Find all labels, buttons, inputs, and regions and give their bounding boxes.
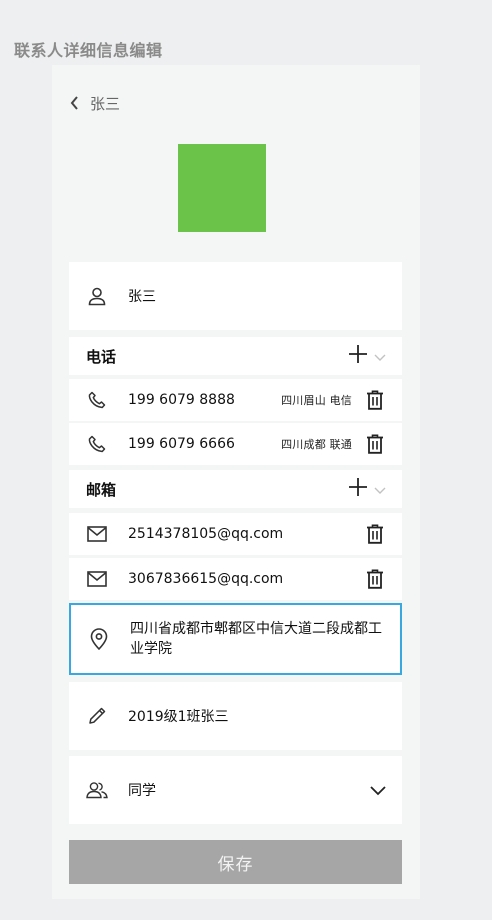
phone-location: 四川成都 联通	[281, 438, 352, 451]
chevron-left-icon	[70, 96, 78, 110]
page-title: 联系人详细信息编辑	[14, 41, 163, 60]
group-value: 同学	[128, 783, 156, 799]
add-phone-button[interactable]	[348, 344, 368, 368]
trash-icon	[367, 569, 383, 589]
trash-icon	[367, 390, 383, 410]
pencil-icon	[86, 705, 108, 727]
delete-phone-button[interactable]	[364, 433, 386, 455]
delete-phone-button[interactable]	[364, 389, 386, 411]
name-field-value: 张三	[128, 289, 156, 305]
expand-phone-button[interactable]	[374, 347, 386, 366]
phone-row[interactable]: 199 6079 8888 四川眉山 电信	[69, 379, 402, 421]
email-address: 2514378105@qq.com	[128, 526, 284, 542]
phone-icon	[86, 433, 108, 455]
mail-icon	[86, 523, 108, 545]
nav-bar: 张三	[66, 93, 120, 113]
phone-location: 四川眉山 电信	[281, 394, 352, 407]
address-field[interactable]: 四川省成都市郫都区中信大道二段成都工业学院	[69, 603, 402, 675]
header-contact-name: 张三	[90, 94, 121, 113]
note-field[interactable]: 2019级1班张三	[69, 682, 402, 750]
note-value: 2019级1班张三	[128, 709, 229, 725]
phone-number: 199 6079 6666	[128, 436, 235, 452]
chevron-down-icon	[374, 354, 386, 361]
address-value: 四川省成都市郫都区中信大道二段成都工业学院	[130, 621, 382, 657]
contact-edit-panel: 张三 张三 电话 199 6079 8888 四川眉山 电信 199 6079 …	[52, 65, 420, 899]
delete-email-button[interactable]	[364, 568, 386, 590]
add-email-button[interactable]	[348, 477, 368, 501]
phone-icon	[86, 389, 108, 411]
group-users-icon	[86, 779, 108, 801]
email-section-title: 邮箱	[86, 480, 117, 499]
person-icon	[86, 285, 108, 307]
name-field-card[interactable]: 张三	[69, 262, 402, 330]
save-button[interactable]: 保存	[69, 840, 402, 884]
trash-icon	[367, 524, 383, 544]
plus-icon	[349, 345, 367, 363]
avatar[interactable]	[178, 144, 266, 232]
email-row[interactable]: 3067836615@qq.com	[69, 558, 402, 600]
email-row[interactable]: 2514378105@qq.com	[69, 513, 402, 555]
phone-section-header: 电话	[69, 337, 402, 375]
phone-number: 199 6079 8888	[128, 392, 235, 408]
plus-icon	[349, 478, 367, 496]
back-button[interactable]	[66, 94, 84, 112]
location-pin-icon	[88, 628, 110, 650]
email-address: 3067836615@qq.com	[128, 571, 284, 587]
group-selector[interactable]: 同学	[69, 756, 402, 824]
group-dropdown-toggle[interactable]	[370, 781, 386, 800]
mail-icon	[86, 568, 108, 590]
delete-email-button[interactable]	[364, 523, 386, 545]
expand-email-button[interactable]	[374, 480, 386, 499]
phone-section-title: 电话	[86, 347, 117, 366]
trash-icon	[367, 434, 383, 454]
phone-row[interactable]: 199 6079 6666 四川成都 联通	[69, 423, 402, 465]
chevron-down-icon	[374, 487, 386, 494]
email-section-header: 邮箱	[69, 470, 402, 508]
chevron-down-icon	[370, 785, 386, 795]
